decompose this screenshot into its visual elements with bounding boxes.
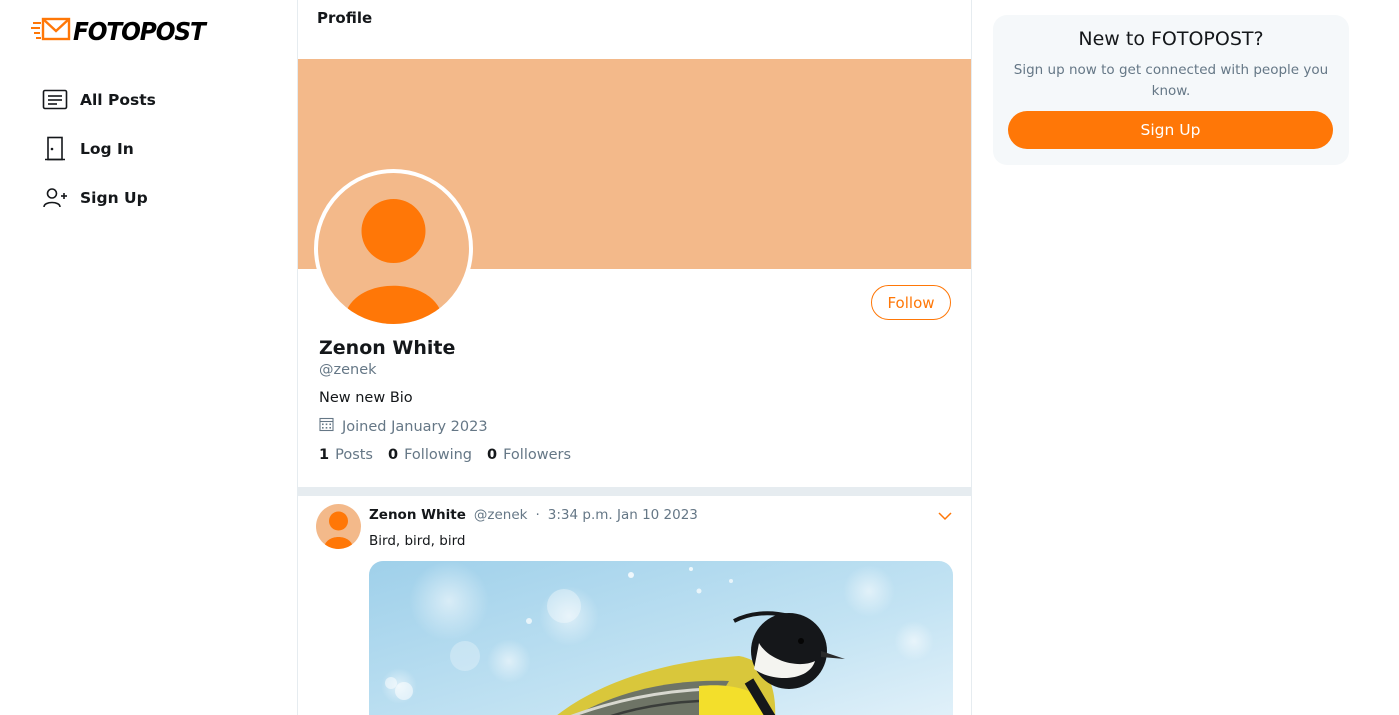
following-stat[interactable]: 0 Following bbox=[388, 447, 472, 463]
profile-bio: New new Bio bbox=[319, 390, 413, 406]
main-nav: All Posts Log In Sign Up bbox=[41, 86, 156, 233]
profile-avatar bbox=[314, 169, 473, 328]
envelope-logo-icon bbox=[31, 14, 71, 48]
follow-button[interactable]: Follow bbox=[871, 285, 951, 320]
post-separator: · bbox=[535, 507, 540, 523]
page-title: Profile bbox=[317, 9, 373, 27]
signup-promo-card: New to FOTOPOST? Sign up now to get conn… bbox=[993, 15, 1349, 165]
newspaper-icon bbox=[41, 87, 68, 114]
promo-text: Sign up now to get connected with people… bbox=[1013, 62, 1329, 99]
nav-all-posts-label: All Posts bbox=[80, 91, 156, 109]
post-item[interactable]: Zenon White @zenek · 3:34 p.m. Jan 10 20… bbox=[298, 496, 971, 715]
promo-title: New to FOTOPOST? bbox=[1078, 28, 1264, 50]
calendar-icon bbox=[319, 417, 334, 436]
signup-button[interactable]: Sign Up bbox=[1008, 111, 1333, 149]
profile-name: Zenon White bbox=[319, 337, 456, 359]
add-user-icon bbox=[41, 185, 68, 212]
logo-text: FOTOPOST bbox=[73, 16, 206, 46]
page-header: Profile bbox=[298, 0, 971, 59]
nav-sign-up[interactable]: Sign Up bbox=[41, 184, 156, 212]
followers-stat[interactable]: 0 Followers bbox=[487, 447, 571, 463]
nav-all-posts[interactable]: All Posts bbox=[41, 86, 156, 114]
post-avatar[interactable] bbox=[316, 504, 361, 549]
logo[interactable]: FOTOPOST bbox=[31, 14, 215, 48]
followers-count: 0 bbox=[487, 447, 498, 463]
joined-date: Joined January 2023 bbox=[319, 417, 939, 436]
posts-stat[interactable]: 1 Posts bbox=[319, 447, 373, 463]
post-image[interactable] bbox=[369, 561, 953, 715]
following-count: 0 bbox=[388, 447, 399, 463]
posts-label: Posts bbox=[335, 447, 373, 463]
door-icon bbox=[41, 136, 68, 163]
post-body: Zenon White @zenek · 3:34 p.m. Jan 10 20… bbox=[369, 507, 954, 715]
nav-log-in[interactable]: Log In bbox=[41, 135, 156, 163]
chevron-down-icon[interactable] bbox=[936, 507, 954, 525]
followers-label: Followers bbox=[503, 447, 572, 463]
post-handle: @zenek bbox=[473, 507, 528, 523]
left-sidebar: FOTOPOST All Posts Log In Sign Up bbox=[0, 0, 298, 715]
section-divider bbox=[298, 487, 971, 496]
joined-text: Joined January 2023 bbox=[342, 418, 488, 435]
post-time: 3:34 p.m. Jan 10 2023 bbox=[547, 507, 698, 523]
post-text: Bird, bird, bird bbox=[369, 533, 466, 549]
post-header: Zenon White @zenek · 3:34 p.m. Jan 10 20… bbox=[369, 507, 954, 523]
profile-handle: @zenek bbox=[319, 362, 377, 378]
profile-stats: 1 Posts 0 Following 0 Followers bbox=[319, 447, 939, 463]
profile-info: Zenon White @zenek New new Bio Joined Ja… bbox=[319, 337, 939, 463]
nav-sign-up-label: Sign Up bbox=[80, 189, 148, 207]
nav-log-in-label: Log In bbox=[80, 140, 134, 158]
following-label: Following bbox=[404, 447, 472, 463]
post-author[interactable]: Zenon White bbox=[369, 507, 466, 523]
main-column: Profile Follow Zenon White @zenek New ne… bbox=[297, 0, 972, 715]
posts-count: 1 bbox=[319, 447, 330, 463]
